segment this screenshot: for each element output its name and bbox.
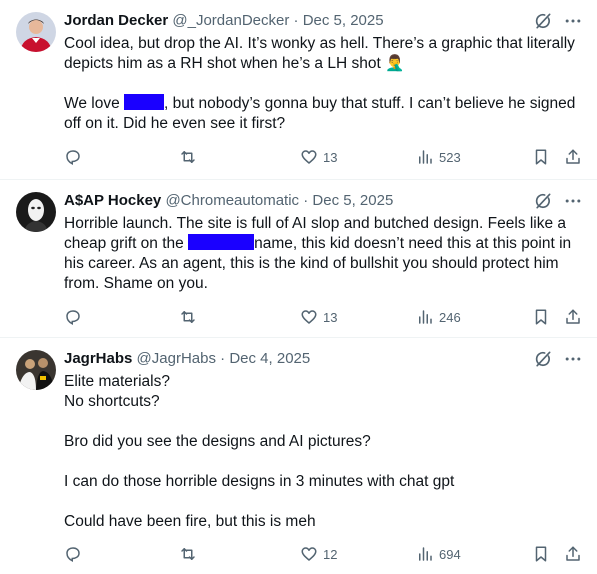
tweet-line: cheap grift on the name, this kid doesn’…: [64, 234, 579, 254]
action-bar: 13 523: [64, 146, 583, 168]
display-name[interactable]: Jordan Decker: [64, 12, 168, 29]
reply-icon: [66, 310, 80, 325]
redaction-box: [188, 234, 255, 250]
bookmark-icon: [535, 149, 547, 165]
views-icon: [419, 310, 432, 324]
tweet-header: JagrHabs @JagrHabs · Dec 4, 2025: [64, 348, 581, 370]
tweet-line: No shortcuts?: [64, 393, 160, 410]
views-button[interactable]: 523: [416, 146, 461, 168]
like-button[interactable]: 12: [300, 543, 337, 565]
handle[interactable]: @JagrHabs: [137, 350, 216, 367]
reply-button[interactable]: [64, 306, 82, 328]
views-icon: [419, 547, 432, 561]
action-bar: 12 694: [64, 543, 583, 565]
avatar[interactable]: [16, 350, 56, 390]
display-name[interactable]: A$AP Hockey: [64, 192, 161, 209]
tweet-header: A$AP Hockey @Chromeautomatic · Dec 5, 20…: [64, 190, 581, 212]
tweet-header: Jordan Decker @_JordanDecker · Dec 5, 20…: [64, 10, 581, 32]
share-icon: [566, 309, 580, 324]
views-count: 694: [439, 546, 461, 562]
display-name[interactable]: JagrHabs: [64, 350, 132, 367]
like-icon: [301, 547, 317, 561]
bookmark-button[interactable]: [532, 146, 550, 168]
text-fragment: cheap grift on the: [64, 235, 189, 252]
tweet-line: We love , but nobody’s gonna buy that st…: [64, 94, 579, 114]
timestamp[interactable]: Dec 5, 2025: [312, 192, 393, 209]
repost-icon: [181, 548, 195, 560]
timestamp[interactable]: Dec 4, 2025: [229, 350, 310, 367]
grok-icon[interactable]: [533, 191, 553, 211]
share-button[interactable]: [564, 543, 582, 565]
more-icon[interactable]: [563, 11, 583, 31]
avatar[interactable]: [16, 12, 56, 52]
timestamp[interactable]: Dec 5, 2025: [303, 12, 384, 29]
bookmark-button[interactable]: [532, 306, 550, 328]
reply-icon: [66, 547, 80, 562]
like-button[interactable]: 13: [300, 146, 337, 168]
tweet-line: his career. As an agent, this is the kin…: [64, 255, 559, 272]
tweet-text: Horrible launch. The site is full of AI …: [64, 214, 579, 294]
bookmark-icon: [535, 546, 547, 562]
tweet-line: Horrible launch. The site is full of AI …: [64, 215, 567, 232]
text-fragment: , but nobody’s gonna buy that stuff. I c…: [164, 95, 576, 112]
reply-icon: [66, 150, 80, 165]
tweet-2[interactable]: A$AP Hockey @Chromeautomatic · Dec 5, 20…: [0, 180, 597, 338]
tweet-line: off on it. Did he even see it first?: [64, 115, 286, 132]
repost-button[interactable]: [178, 543, 198, 565]
more-icon[interactable]: [563, 191, 583, 211]
tweet-line: [64, 74, 579, 94]
tweet-line: [64, 452, 579, 472]
views-count: 523: [439, 149, 461, 165]
bookmark-button[interactable]: [532, 543, 550, 565]
like-button[interactable]: 13: [300, 306, 337, 328]
tweet-line: I can do those horrible designs in 3 min…: [64, 473, 455, 490]
share-icon: [566, 149, 580, 164]
like-count: 12: [323, 546, 338, 562]
tweet-line: Could have been fire, but this is meh: [64, 513, 316, 530]
repost-button[interactable]: [178, 146, 198, 168]
bookmark-icon: [535, 309, 547, 325]
handle[interactable]: @Chromeautomatic: [165, 192, 299, 209]
tweet-line: depicts him as a RH shot when he’s a LH …: [64, 55, 405, 72]
share-button[interactable]: [564, 146, 582, 168]
views-button[interactable]: 246: [416, 306, 461, 328]
separator: ·: [220, 350, 226, 367]
reply-button[interactable]: [64, 146, 82, 168]
grok-icon[interactable]: [533, 349, 553, 369]
tweet-line: Cool idea, but drop the AI. It’s wonky a…: [64, 35, 575, 52]
like-icon: [301, 150, 317, 164]
text-fragment: We love: [64, 95, 125, 112]
views-count: 246: [439, 309, 461, 325]
tweet-1[interactable]: Jordan Decker @_JordanDecker · Dec 5, 20…: [0, 0, 597, 180]
tweet-3[interactable]: JagrHabs @JagrHabs · Dec 4, 2025 Elite m…: [0, 338, 597, 574]
separator: ·: [293, 12, 299, 29]
avatar[interactable]: [16, 192, 56, 232]
repost-button[interactable]: [178, 306, 198, 328]
share-button[interactable]: [564, 306, 582, 328]
text-fragment: name, this kid doesn’t need this at this…: [254, 235, 572, 252]
tweet-line: [64, 492, 579, 512]
separator: ·: [303, 192, 309, 209]
reply-button[interactable]: [64, 543, 82, 565]
share-icon: [566, 546, 580, 561]
tweet-line: [64, 412, 579, 432]
tweet-line: from. Shame on you.: [64, 275, 208, 292]
redaction-box: [124, 94, 165, 110]
tweet-text: Elite materials? No shortcuts? Bro did y…: [64, 372, 579, 532]
tweet-line: Elite materials?: [64, 373, 170, 390]
handle[interactable]: @_JordanDecker: [172, 12, 289, 29]
like-count: 13: [323, 149, 338, 165]
views-icon: [419, 150, 432, 164]
grok-icon[interactable]: [533, 11, 553, 31]
more-icon[interactable]: [563, 349, 583, 369]
views-button[interactable]: 694: [416, 543, 461, 565]
repost-icon: [181, 311, 195, 323]
like-icon: [301, 310, 317, 324]
tweet-line: Bro did you see the designs and AI pictu…: [64, 433, 371, 450]
repost-icon: [181, 151, 195, 163]
like-count: 13: [323, 309, 338, 325]
tweet-text: Cool idea, but drop the AI. It’s wonky a…: [64, 34, 579, 134]
action-bar: 13 246: [64, 306, 583, 328]
